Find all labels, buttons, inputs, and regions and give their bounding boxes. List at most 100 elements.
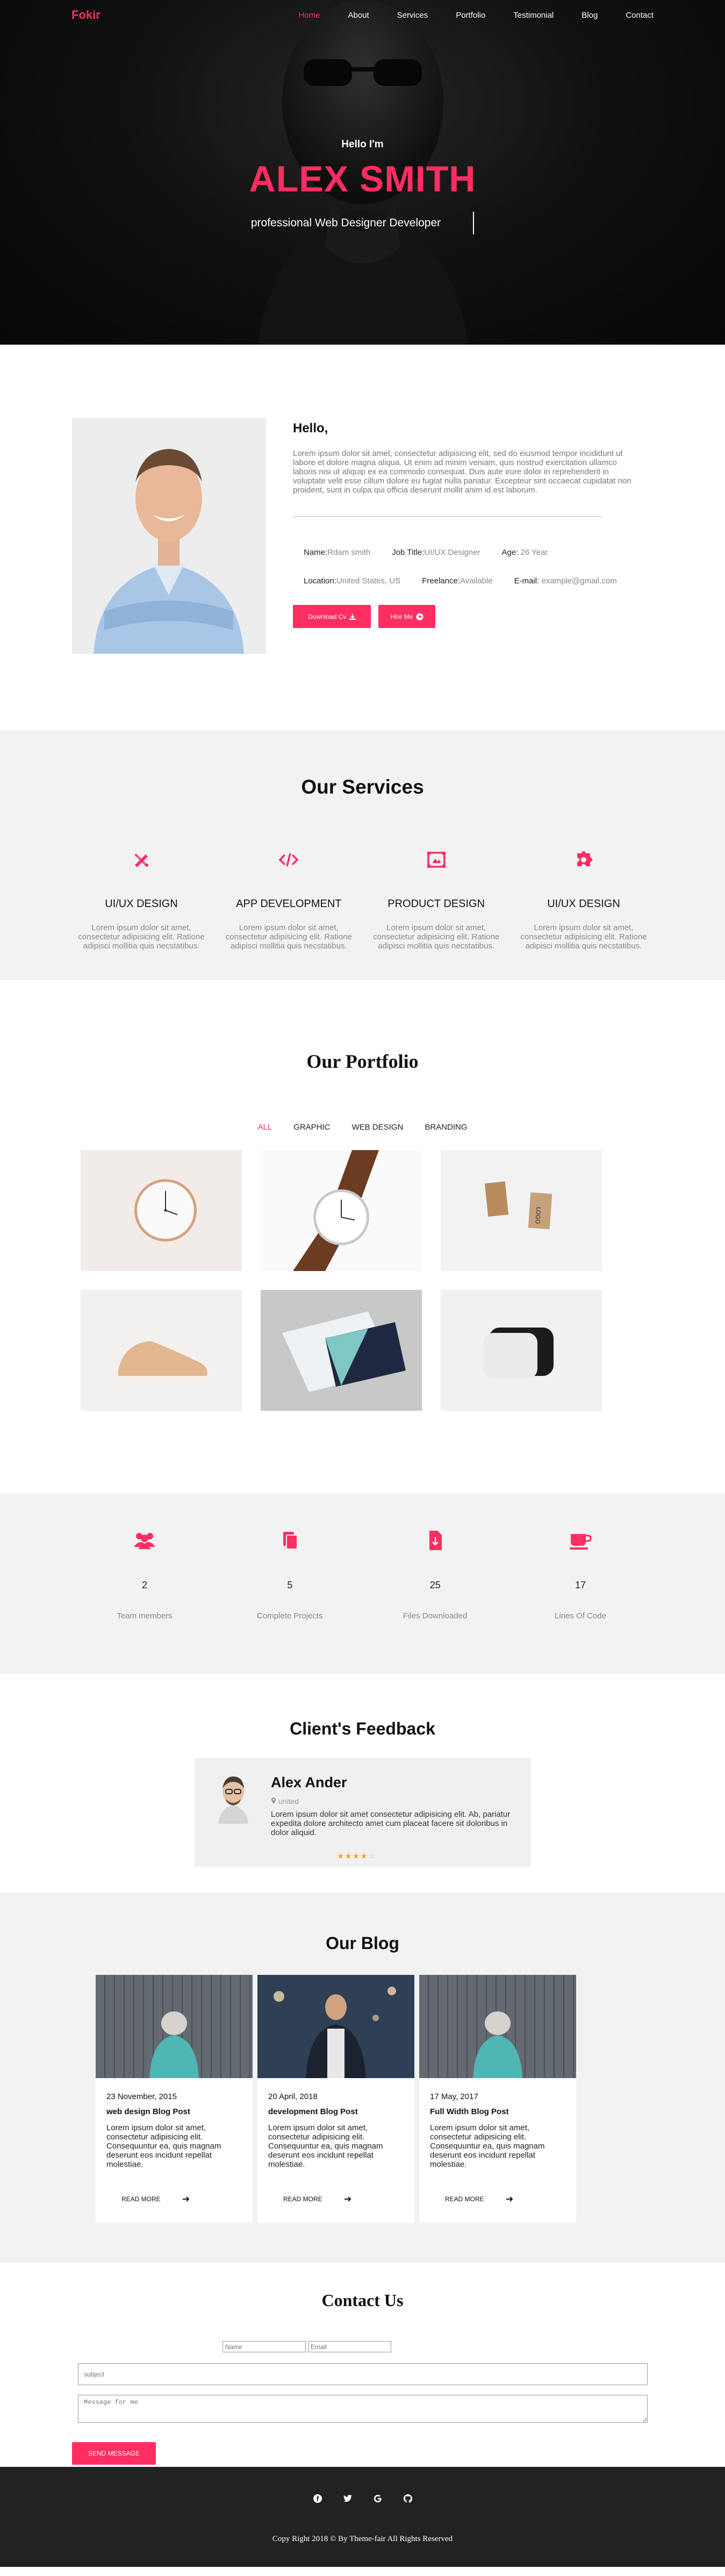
client-avatar (213, 1770, 254, 1824)
hire-me-button[interactable]: Hire Me (378, 605, 436, 628)
feedback-section: Client's Feedback Alex Ander united Lore… (0, 1674, 725, 1893)
hero-role-line: professional Web Designer Developer (250, 212, 475, 234)
download-cv-button[interactable]: Download Cv (293, 605, 371, 628)
client-location-text: united (278, 1797, 299, 1806)
stat-value: 25 (429, 1580, 441, 1590)
stats-section: 2 Team members 5 Complete Projects 25 Fi… (0, 1493, 725, 1674)
info-age: Age: 26 Year (501, 548, 548, 557)
service-title: PRODUCT DESIGN (387, 898, 485, 910)
portfolio-section: Our Portfolio ALL GRAPHIC WEB DESIGN BRA… (0, 980, 725, 1493)
info-location: Location:United States, US (304, 576, 401, 586)
hero-name: ALEX SMITH (249, 159, 476, 199)
blog-post-title[interactable]: Full Width Blog Post (430, 2107, 509, 2116)
service-card: UI/UX DESIGN Lorem ipsum dolor sit amet,… (72, 849, 211, 951)
nav-item-portfolio[interactable]: Portfolio (456, 11, 485, 20)
read-more-link[interactable]: READ MORE (445, 2195, 513, 2203)
github-icon[interactable] (403, 2494, 413, 2503)
nav-item-contact[interactable]: Contact (626, 11, 654, 20)
stat-label: Team members (117, 1611, 173, 1621)
filter-web-design[interactable]: WEB DESIGN (352, 1123, 404, 1132)
info-freelance: Freelance:Available (422, 576, 493, 586)
blog-post-excerpt: Lorem ipsum dolor sit amet, consectetur … (430, 2123, 545, 2169)
portfolio-item-speaker[interactable] (441, 1290, 602, 1411)
files-icon (283, 1532, 298, 1550)
blog-post-image[interactable] (257, 1975, 414, 2078)
about-description: Lorem ipsum dolor sit amet, consectetur … (293, 449, 631, 495)
portfolio-item-stationery[interactable] (261, 1290, 422, 1411)
star-icon: ★ (337, 1852, 345, 1861)
profile-photo (72, 418, 266, 654)
read-more-link[interactable]: READ MORE (283, 2195, 351, 2203)
portfolio-item-wall-clock[interactable] (81, 1150, 242, 1271)
stat-value: 2 (141, 1580, 147, 1590)
arrow-circle-icon (416, 613, 423, 620)
svg-text:LOGO: LOGO (534, 1207, 542, 1224)
portfolio-item-business-cards[interactable]: LOGO (441, 1150, 602, 1271)
blog-title: Our Blog (326, 1933, 399, 1953)
code-icon (278, 853, 299, 867)
email-input[interactable] (308, 2341, 391, 2352)
service-text: Lorem ipsum dolor sit amet, consectetur … (373, 923, 500, 951)
star-empty-icon: ☆ (368, 1852, 376, 1861)
blog-section: Our Blog 23 November, 2015 web design Bl… (0, 1893, 725, 2263)
google-icon[interactable] (373, 2494, 383, 2503)
services-grid: UI/UX DESIGN Lorem ipsum dolor sit amet,… (72, 849, 653, 951)
read-more-label: READ MORE (445, 2195, 484, 2203)
blog-post-image[interactable] (419, 1975, 576, 2078)
contact-section: Contact Us SEND MESSAGE (0, 2263, 725, 2467)
blog-post-date: 17 May, 2017 (430, 2092, 478, 2101)
nav-item-services[interactable]: Services (397, 11, 428, 20)
copyright-text: Copy Right 2018 © By Theme-fair All Righ… (272, 2535, 453, 2543)
frame-icon (427, 852, 446, 868)
about-heading: Hello, (293, 421, 328, 436)
team-icon (134, 1533, 155, 1549)
nav-item-home[interactable]: Home (298, 11, 320, 20)
hero-role: professional Web Designer Developer (250, 217, 441, 229)
portfolio-filters: ALL GRAPHIC WEB DESIGN BRANDING (0, 1123, 725, 1132)
nav-menu: Home About Services Portfolio Testimonia… (270, 11, 654, 20)
send-message-button[interactable]: SEND MESSAGE (72, 2442, 156, 2465)
blog-post-date: 20 April, 2018 (268, 2092, 318, 2101)
stat-label: Complete Projects (257, 1611, 323, 1621)
service-text: Lorem ipsum dolor sit amet, consectetur … (78, 923, 205, 951)
profile-photo-image (72, 418, 266, 654)
filter-branding[interactable]: BRANDING (425, 1123, 467, 1132)
typing-cursor (473, 212, 475, 234)
read-more-label: READ MORE (121, 2195, 161, 2203)
nav-item-blog[interactable]: Blog (582, 11, 598, 20)
message-textarea[interactable] (78, 2395, 648, 2423)
name-input[interactable] (222, 2341, 306, 2352)
blog-post-card: 20 April, 2018 development Blog Post Lor… (257, 1975, 414, 2223)
read-more-link[interactable]: READ MORE (121, 2195, 190, 2203)
testimonial-card: Alex Ander united Lorem ipsum dolor sit … (195, 1758, 530, 1867)
filter-all[interactable]: ALL (257, 1123, 272, 1132)
stat-label: Lines Of Code (555, 1611, 606, 1621)
blog-post-image[interactable] (96, 1975, 253, 2078)
facebook-icon[interactable] (313, 2494, 322, 2503)
read-more-label: READ MORE (283, 2195, 322, 2203)
subject-input[interactable] (78, 2363, 648, 2385)
info-name: Name:Rdam smith (304, 548, 371, 557)
nav-item-about[interactable]: About (348, 11, 369, 20)
service-card: PRODUCT DESIGN Lorem ipsum dolor sit ame… (367, 849, 506, 951)
map-pin-icon (271, 1797, 276, 1804)
portfolio-item-wrist-watch[interactable] (261, 1150, 422, 1271)
testimonial-text: Lorem ipsum dolor sit amet consectetur a… (271, 1810, 511, 1837)
hire-me-label: Hire Me (390, 612, 413, 620)
filter-graphic[interactable]: GRAPHIC (293, 1123, 330, 1132)
download-file-icon (429, 1531, 442, 1550)
twitter-icon[interactable] (343, 2494, 353, 2503)
stat-item: 17 Lines Of Code (508, 1525, 653, 1621)
stat-item: 5 Complete Projects (217, 1525, 362, 1621)
blog-post-title[interactable]: web design Blog Post (106, 2107, 190, 2116)
blog-post-card: 23 November, 2015 web design Blog Post L… (96, 1975, 253, 2223)
blog-post-card: 17 May, 2017 Full Width Blog Post Lorem … (419, 1975, 576, 2223)
top-navbar: Fokir Home About Services Portfolio Test… (0, 0, 725, 30)
site-logo[interactable]: Fokir (71, 8, 101, 22)
coffee-icon (569, 1534, 592, 1550)
nav-item-testimonial[interactable]: Testimonial (513, 11, 554, 20)
download-icon (349, 613, 356, 620)
portfolio-item-sneaker[interactable] (81, 1290, 242, 1411)
blog-post-title[interactable]: development Blog Post (268, 2107, 358, 2116)
info-email: E-mail: example@gmail.com (514, 576, 617, 586)
